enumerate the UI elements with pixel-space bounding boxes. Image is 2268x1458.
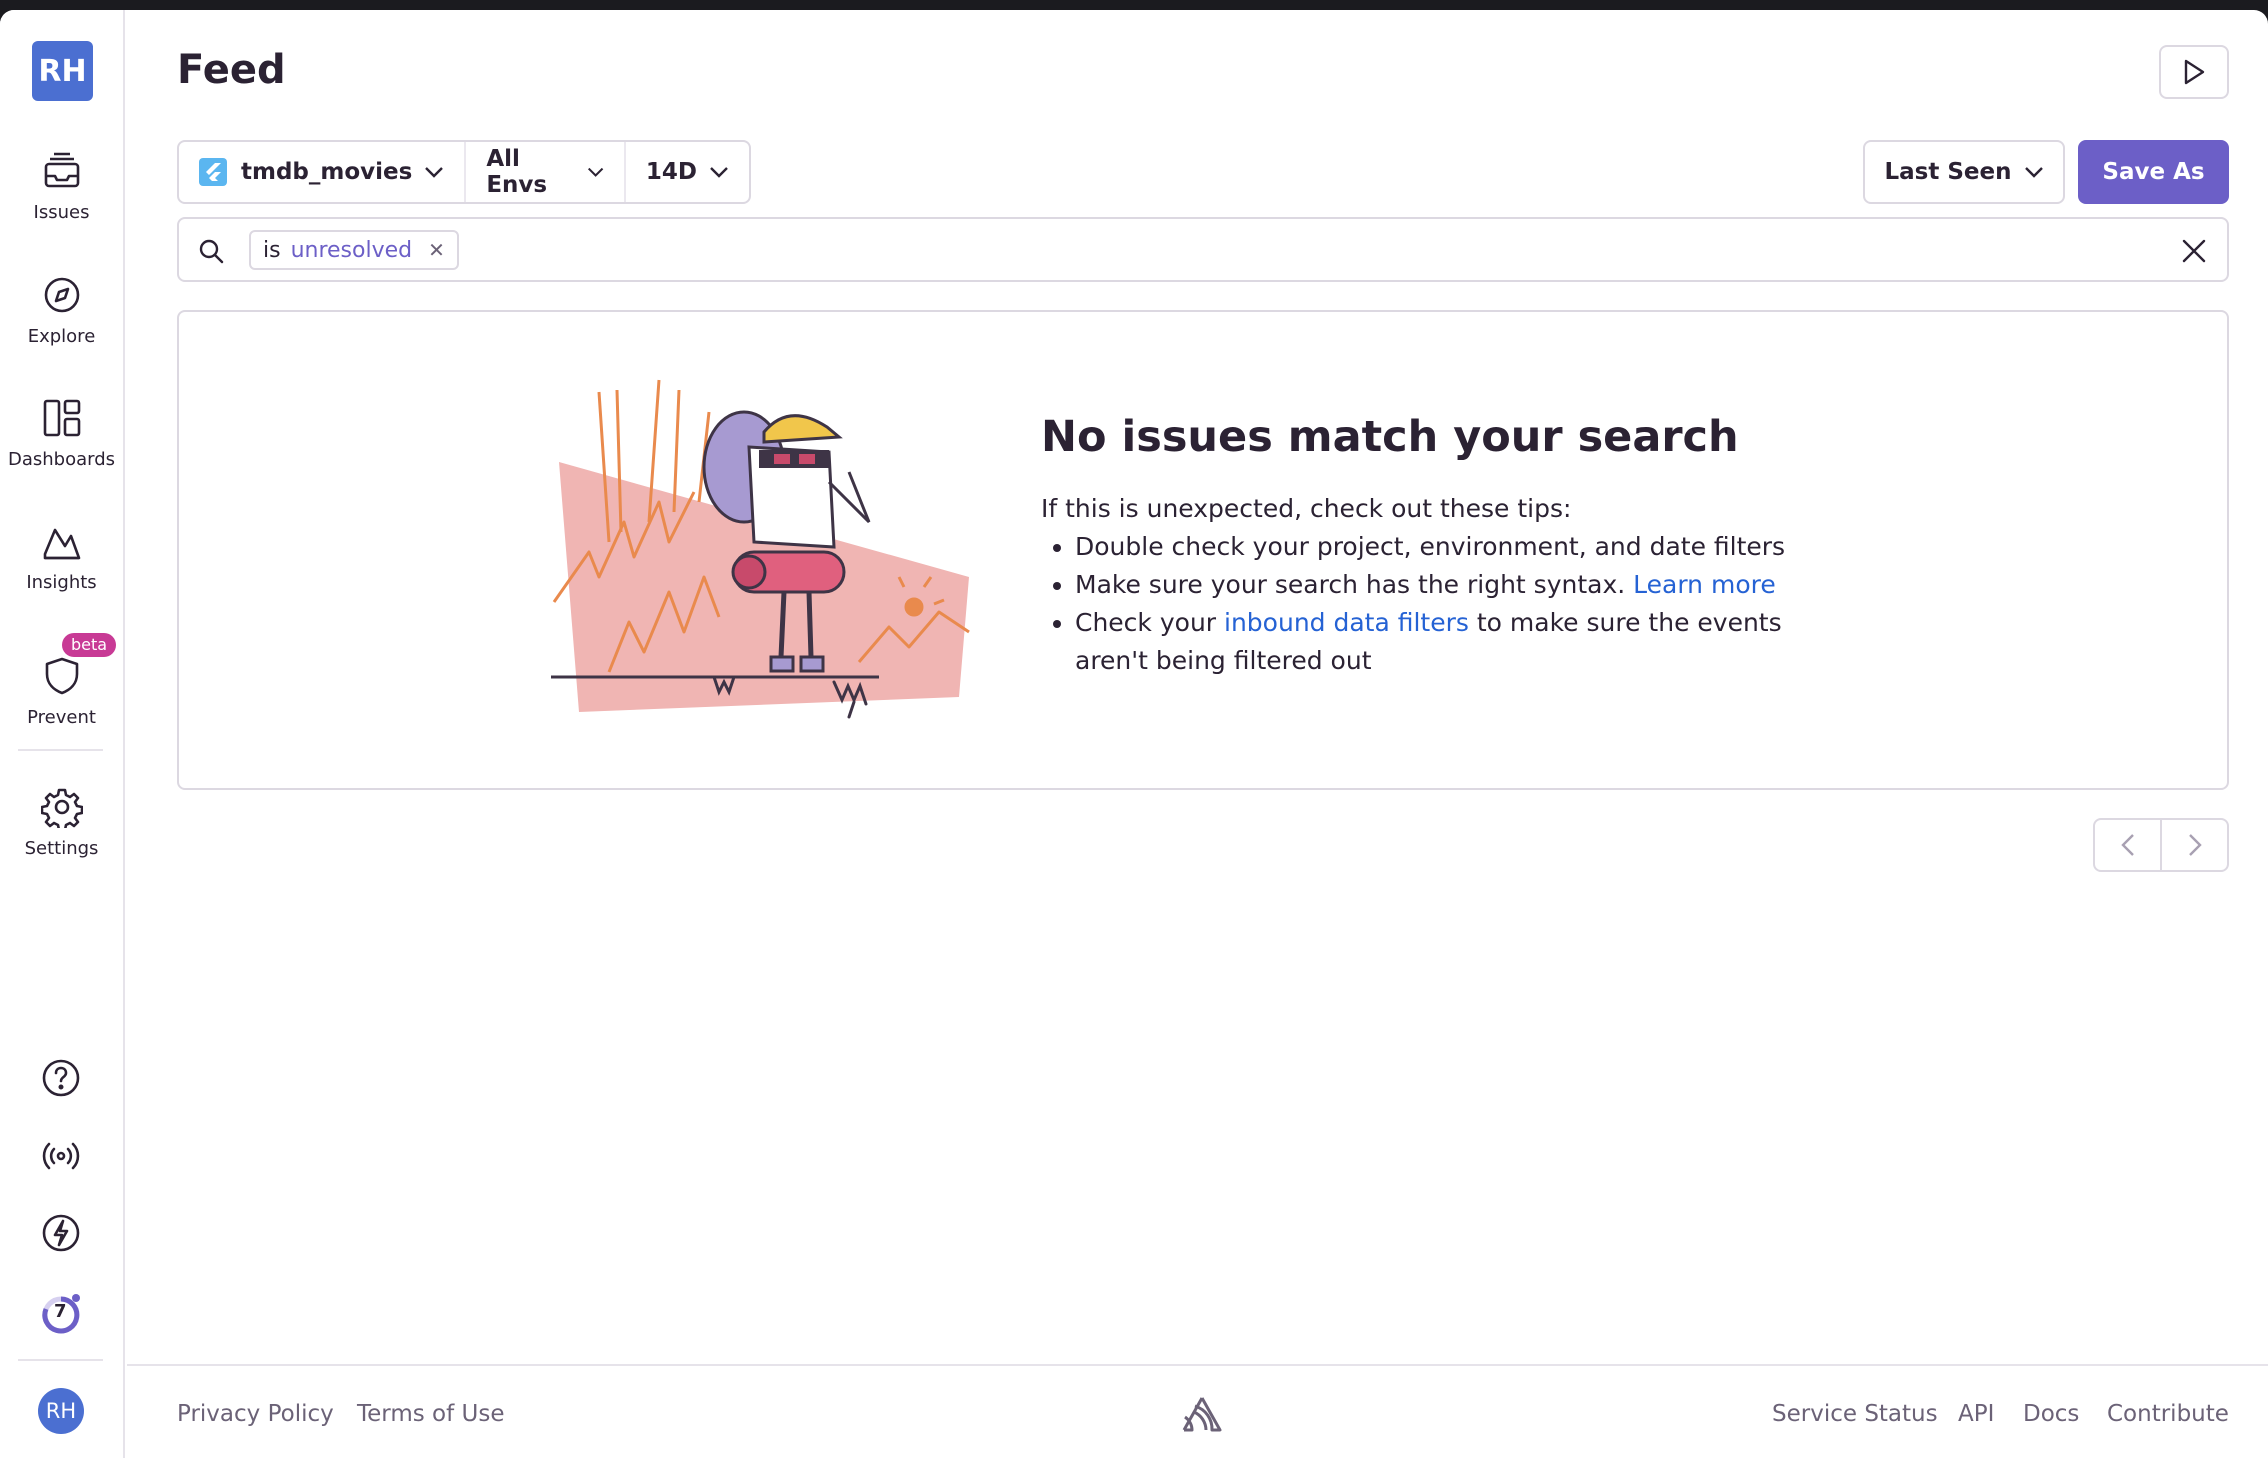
onboarding-count: 7 (54, 1301, 67, 1322)
page-title: Feed (177, 47, 286, 93)
help-icon[interactable] (40, 1057, 82, 1099)
learn-more-link[interactable]: Learn more (1633, 570, 1776, 599)
shield-icon (45, 657, 78, 695)
docs-link[interactable]: Docs (2023, 1401, 2079, 1427)
chevron-down-icon (2024, 167, 2043, 178)
terms-of-use-link[interactable]: Terms of Use (357, 1401, 505, 1427)
sort-dropdown[interactable]: Last Seen (1863, 140, 2065, 204)
tip-text: Make sure your search has the right synt… (1075, 570, 1634, 599)
project-filter-label: tmdb_movies (241, 159, 413, 185)
empty-state-intro: If this is unexpected, check out these t… (1041, 494, 1572, 523)
insights-icon (43, 528, 80, 560)
api-link[interactable]: API (1958, 1401, 1994, 1427)
main-content: Feed tmdb_movies All Envs 14D Last Seen … (127, 10, 2268, 1458)
sidebar-item-label: Settings (24, 838, 99, 859)
sidebar-item-label: Insights (26, 572, 97, 593)
empty-state-message: No issues match your search If this is u… (1041, 412, 1861, 680)
broadcast-icon[interactable] (40, 1135, 82, 1177)
onboarding-progress-icon[interactable]: 7 (40, 1292, 82, 1334)
dashboards-icon (43, 399, 80, 437)
remove-token-icon[interactable]: ✕ (428, 238, 445, 262)
sidebar: RH Issues Explore Dashboards Insights be… (0, 10, 125, 1458)
previous-page-button[interactable] (2095, 820, 2162, 870)
inbound-data-filters-link[interactable]: inbound data filters (1224, 608, 1469, 637)
chevron-left-icon (2120, 834, 2134, 856)
realtime-play-button[interactable] (2159, 45, 2229, 99)
issue-search-bar[interactable]: is unresolved ✕ (177, 217, 2229, 282)
tip-text: Check your (1075, 608, 1225, 637)
sidebar-item-insights[interactable]: Insights (0, 520, 123, 593)
flutter-project-icon (199, 158, 227, 186)
tip-text: Double check your project, environment, … (1075, 532, 1786, 561)
next-page-button[interactable] (2162, 820, 2227, 870)
sidebar-item-label: Prevent (27, 707, 96, 728)
gear-icon (40, 788, 83, 828)
environment-filter-label: All Envs (486, 146, 548, 198)
sidebar-item-explore[interactable]: Explore (0, 274, 123, 347)
date-range-filter-label: 14D (645, 159, 697, 185)
search-token[interactable]: is unresolved ✕ (249, 230, 459, 270)
tip-item: Make sure your search has the right synt… (1075, 566, 1861, 604)
sort-label: Last Seen (1884, 159, 2012, 185)
sidebar-item-label: Explore (27, 326, 96, 347)
chevron-down-icon (425, 167, 444, 178)
sidebar-item-prevent[interactable]: beta Prevent (0, 633, 123, 728)
empty-state-title: No issues match your search (1041, 412, 1739, 462)
play-icon (2184, 59, 2205, 85)
tip-item: Double check your project, environment, … (1075, 528, 1861, 566)
search-token-value[interactable]: unresolved (291, 238, 413, 263)
clear-search-icon[interactable] (2181, 238, 2207, 264)
service-status-link[interactable]: Service Status (1772, 1401, 1938, 1427)
date-range-filter[interactable]: 14D (626, 142, 749, 202)
chevron-down-icon (587, 167, 603, 177)
footer: Privacy Policy Terms of Use Service Stat… (127, 1364, 2268, 1458)
sidebar-divider (18, 749, 103, 751)
pagination (2093, 818, 2229, 872)
tip-item: Check your inbound data filters to make … (1075, 604, 1861, 680)
privacy-policy-link[interactable]: Privacy Policy (177, 1401, 334, 1427)
chevron-down-icon (710, 167, 728, 178)
sidebar-divider (18, 1359, 103, 1361)
issues-icon (44, 152, 79, 188)
search-token-key: is (263, 237, 281, 263)
org-avatar[interactable]: RH (32, 41, 93, 101)
lightning-icon[interactable] (40, 1212, 82, 1254)
sidebar-item-issues[interactable]: Issues (0, 150, 123, 223)
empty-state-panel: No issues match your search If this is u… (177, 310, 2229, 790)
compass-icon (44, 277, 79, 313)
chevron-right-icon (2188, 834, 2202, 856)
user-avatar[interactable]: RH (38, 1388, 84, 1434)
sidebar-item-settings[interactable]: Settings (0, 786, 123, 859)
app-window: RH Issues Explore Dashboards Insights be… (0, 10, 2268, 1458)
contribute-link[interactable]: Contribute (2107, 1401, 2229, 1427)
sidebar-item-dashboards[interactable]: Dashboards (0, 397, 123, 470)
project-filter[interactable]: tmdb_movies (179, 142, 467, 202)
beta-badge: beta (62, 633, 117, 657)
tips-list: Double check your project, environment, … (1041, 528, 1861, 680)
sidebar-item-label: Issues (33, 202, 90, 223)
search-icon (199, 239, 224, 264)
sidebar-item-label: Dashboards (7, 449, 116, 470)
hiker-illustration (551, 379, 970, 719)
environment-filter[interactable]: All Envs (466, 142, 626, 202)
sentry-logo-icon (1182, 1397, 1222, 1432)
page-filters-bar: tmdb_movies All Envs 14D (177, 140, 751, 204)
save-as-button[interactable]: Save As (2078, 140, 2229, 204)
